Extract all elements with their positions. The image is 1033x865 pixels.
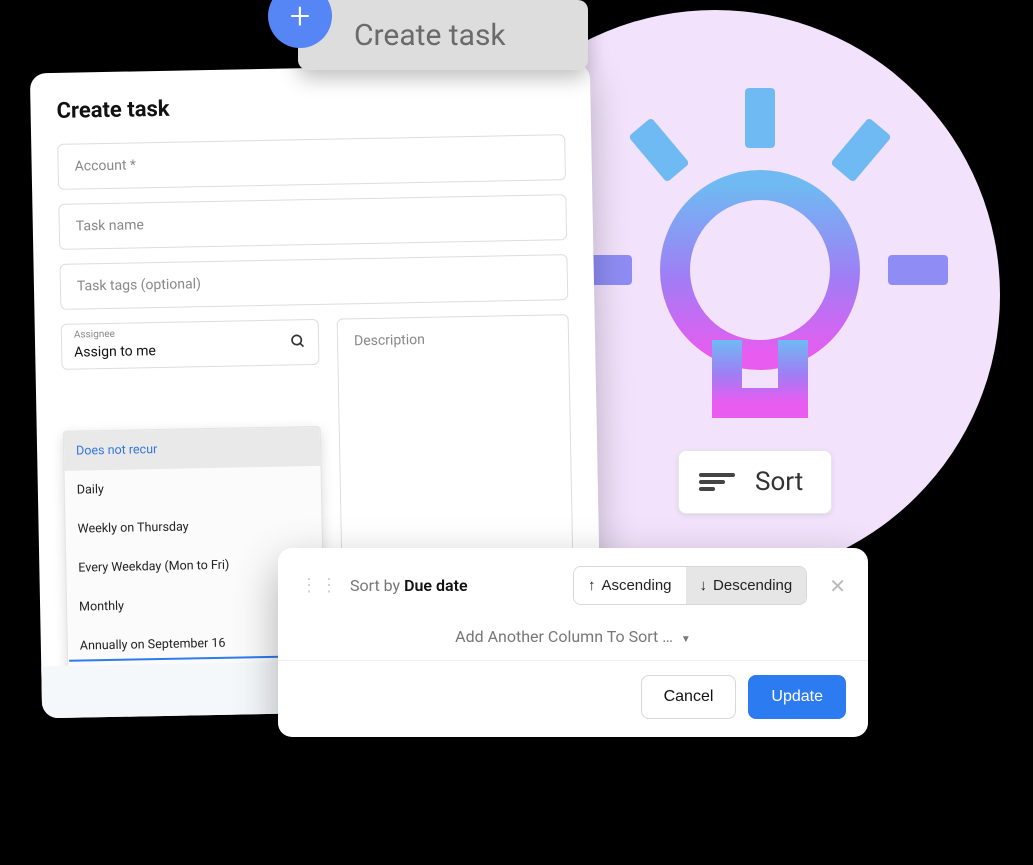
create-task-button[interactable]: + Create task: [298, 0, 588, 70]
drag-handle-icon[interactable]: ⋮⋮: [300, 582, 340, 590]
assignee-value: Assign to me: [74, 343, 156, 361]
sort-icon: [699, 470, 735, 494]
lightbulb-icon: [560, 80, 960, 460]
sort-button[interactable]: Sort: [678, 450, 832, 514]
cancel-button[interactable]: Cancel: [641, 675, 737, 719]
sort-by-field: Sort by Due date: [350, 576, 468, 595]
card-title: Create task: [56, 89, 564, 124]
recur-option[interactable]: Weekly on Thursday: [65, 505, 322, 549]
sort-label: Sort: [755, 467, 803, 497]
divider: [278, 660, 868, 661]
description-input[interactable]: Description: [337, 314, 574, 558]
add-sort-column[interactable]: Add Another Column To Sort …▼: [300, 605, 846, 652]
descending-button[interactable]: ↓Descending: [686, 567, 807, 604]
arrow-down-icon: ↓: [700, 577, 708, 594]
account-input[interactable]: Account *: [57, 134, 566, 190]
search-icon: [290, 333, 306, 353]
update-button[interactable]: Update: [748, 675, 846, 719]
recur-option[interactable]: Does not recur: [64, 427, 321, 471]
plus-icon: +: [268, 0, 332, 48]
remove-sort-button[interactable]: ✕: [829, 574, 846, 598]
ascending-button[interactable]: ↑Ascending: [574, 567, 686, 604]
create-task-label: Create task: [354, 18, 506, 53]
sort-direction-toggle: ↑Ascending ↓Descending: [573, 566, 807, 605]
task-tags-input[interactable]: Task tags (optional): [60, 254, 569, 310]
arrow-up-icon: ↑: [588, 577, 596, 594]
sort-panel: ⋮⋮ Sort by Due date ↑Ascending ↓Descendi…: [278, 548, 868, 737]
assignee-label: Assignee: [74, 326, 306, 340]
caret-down-icon: ▼: [681, 634, 691, 645]
recur-option[interactable]: Daily: [64, 466, 321, 510]
assignee-select[interactable]: Assignee Assign to me: [61, 319, 320, 370]
task-name-input[interactable]: Task name: [58, 194, 567, 250]
